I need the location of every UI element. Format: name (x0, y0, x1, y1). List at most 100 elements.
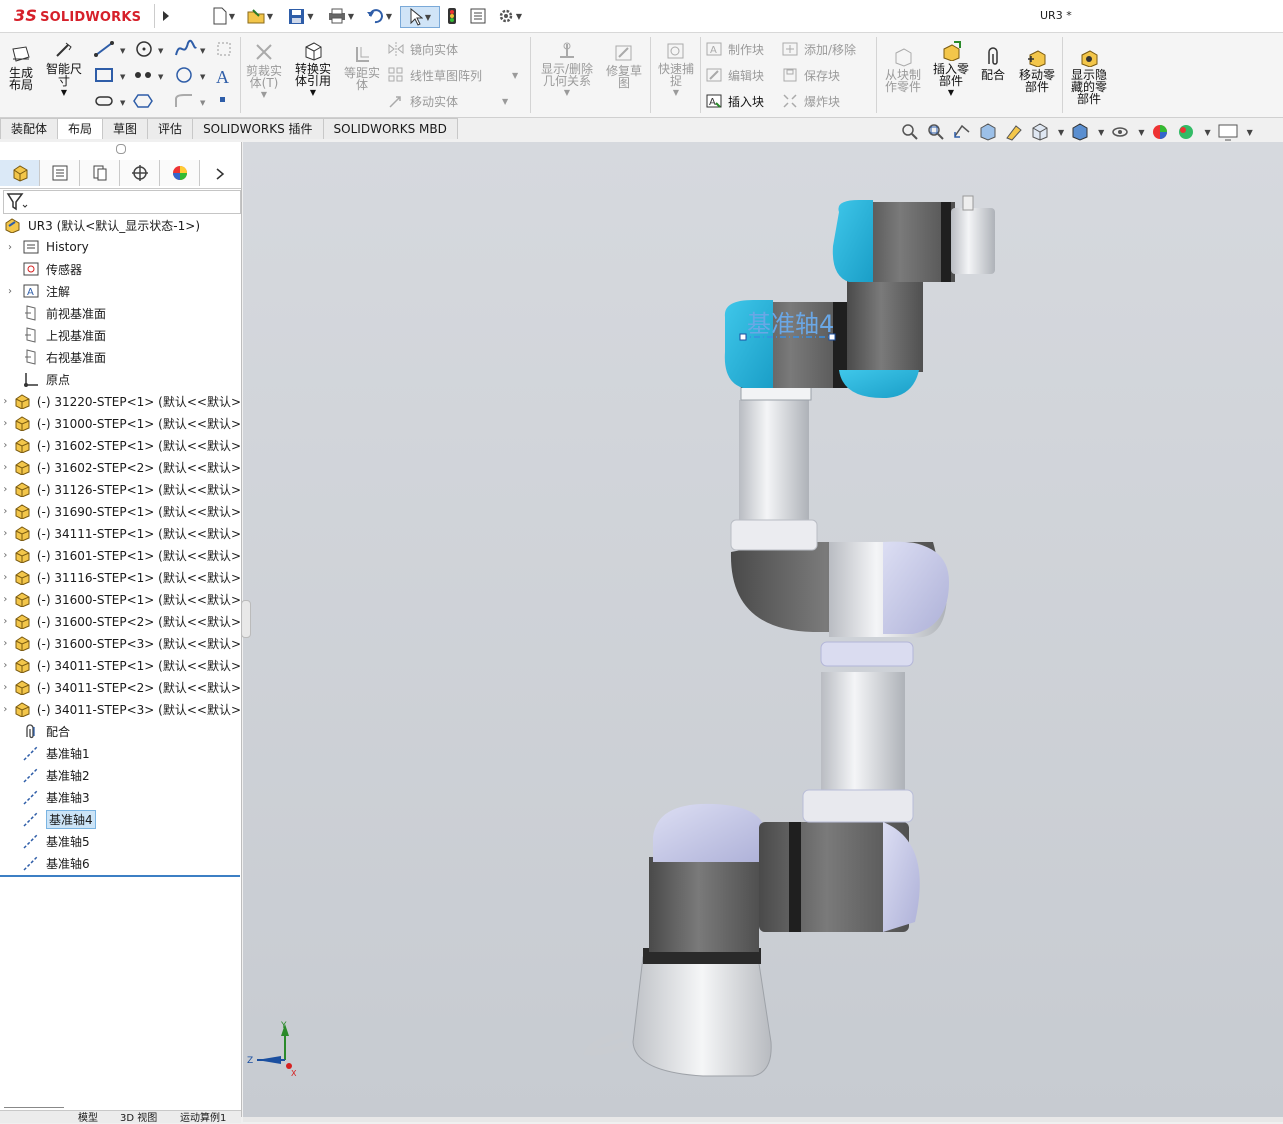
expand-arrow-icon[interactable]: › (2, 572, 9, 583)
tree-item[interactable]: 基准轴2 (0, 764, 241, 786)
tree-item[interactable]: › History (0, 236, 241, 258)
tree-item[interactable]: › (-) 31602-STEP<2> (默认<<默认> (0, 456, 241, 478)
edit-appearance-icon[interactable] (1150, 122, 1170, 142)
pane-more-arrow-icon[interactable] (200, 160, 240, 188)
save-button[interactable]: ▼ (284, 6, 318, 26)
tree-item[interactable]: › (-) 34011-STEP<2> (默认<<默认> (0, 676, 241, 698)
pane-collapse-handle[interactable] (116, 144, 126, 154)
tab-property-manager[interactable] (40, 160, 80, 186)
tree-item[interactable]: › (-) 34111-STEP<1> (默认<<默认> (0, 522, 241, 544)
dynamic-annotation-icon[interactable] (1004, 122, 1024, 142)
graphics-area[interactable]: 基准轴4 Y Z X (243, 142, 1283, 1117)
expand-arrow-icon[interactable]: › (2, 396, 9, 407)
expand-arrow-icon[interactable]: › (2, 484, 9, 495)
display-style-icon[interactable] (1070, 122, 1090, 142)
tree-item[interactable]: 前视基准面 (0, 302, 241, 324)
view-orientation-icon[interactable] (1030, 122, 1050, 142)
tree-item[interactable]: 上视基准面 (0, 324, 241, 346)
expand-arrow-icon[interactable]: › (2, 638, 9, 649)
tree-item[interactable]: 传感器 (0, 258, 241, 280)
tree-item[interactable]: › (-) 31690-STEP<1> (默认<<默认> (0, 500, 241, 522)
insert-component-button[interactable]: 插入零 部件 ▼ (928, 41, 974, 99)
chevron-down-icon[interactable]: ▼ (1138, 128, 1144, 137)
tab-assembly[interactable]: 装配体 (0, 118, 59, 139)
expand-arrow-icon[interactable]: › (2, 286, 18, 297)
tree-item[interactable]: › (-) 31126-STEP<1> (默认<<默认> (0, 478, 241, 500)
chevron-down-icon[interactable]: ▼ (1204, 128, 1210, 137)
solidworks-logo[interactable]: 3S SOLIDWORKS (14, 6, 152, 28)
insert-block-button[interactable]: A 插入块 (706, 91, 764, 111)
tree-item-selected[interactable]: 基准轴4 (0, 808, 241, 830)
expand-arrow-icon[interactable]: › (2, 506, 9, 517)
repair-sketch-button[interactable]: 修复草 图 (602, 43, 646, 89)
new-document-button[interactable]: ▼ (208, 6, 240, 26)
options-button[interactable]: ▼ (494, 6, 526, 26)
tree-item[interactable]: 基准轴5 (0, 830, 241, 852)
tree-item[interactable]: › (-) 31220-STEP<1> (默认<<默认> (0, 390, 241, 412)
tree-item[interactable]: › A 注解 (0, 280, 241, 302)
view-settings-icon[interactable] (1217, 122, 1239, 142)
previous-view-icon[interactable] (952, 122, 972, 142)
expand-arrow-icon[interactable]: › (2, 550, 9, 561)
tree-item[interactable]: › (-) 31116-STEP<1> (默认<<默认> (0, 566, 241, 588)
show-hidden-components-button[interactable]: 显示隐 藏的零 部件 (1066, 47, 1112, 105)
tab-layout[interactable]: 布局 (57, 118, 104, 139)
pane-splitter-grip[interactable] (241, 600, 251, 638)
expand-arrow-icon[interactable]: › (2, 440, 9, 451)
generate-layout-button[interactable]: 生成 布局 (4, 45, 38, 91)
chevron-down-icon[interactable]: ▼ (1058, 128, 1064, 137)
file-properties-button[interactable] (468, 6, 488, 26)
make-block-button[interactable]: A 制作块 (706, 39, 764, 59)
tree-item[interactable]: › (-) 34011-STEP<1> (默认<<默认> (0, 654, 241, 676)
smart-dimension-button[interactable]: 智能尺 寸 ▼ (42, 41, 86, 99)
expand-arrow-icon[interactable]: › (2, 616, 9, 627)
chevron-down-icon[interactable]: ▼ (1247, 128, 1253, 137)
tab-dimxpert-manager[interactable] (120, 160, 160, 186)
edit-block-button[interactable]: 编辑块 (706, 65, 764, 85)
mate-button[interactable]: 配合 (976, 47, 1010, 81)
expand-arrow-icon[interactable]: › (2, 594, 9, 605)
open-button[interactable]: ▼ (245, 6, 275, 26)
tab-scroll-bar[interactable] (4, 1107, 64, 1112)
expand-arrow-icon[interactable]: › (2, 704, 9, 715)
zoom-to-area-icon[interactable] (926, 122, 946, 142)
expand-arrow-icon[interactable]: › (2, 682, 9, 693)
tab-feature-manager[interactable] (0, 160, 40, 186)
tree-item[interactable]: › (-) 31000-STEP<1> (默认<<默认> (0, 412, 241, 434)
chevron-down-icon[interactable]: ▼ (1098, 128, 1104, 137)
tree-item[interactable]: › (-) 31600-STEP<2> (默认<<默认> (0, 610, 241, 632)
move-component-button[interactable]: 移动零 部件 (1014, 47, 1060, 93)
convert-entities-button[interactable]: 转换实 体引用 ▼ (290, 41, 336, 99)
trim-entities-button[interactable]: 剪裁实 体(T) ▼ (244, 43, 284, 101)
tree-item[interactable]: › (-) 31601-STEP<1> (默认<<默认> (0, 544, 241, 566)
tab-display-manager[interactable] (160, 160, 200, 186)
expand-arrow-icon[interactable]: › (2, 528, 9, 539)
select-button[interactable]: ▼ (400, 6, 440, 28)
linear-pattern-button[interactable]: 线性草图阵列 ▼ (388, 65, 518, 85)
offset-entities-button[interactable]: 等距实 体 (340, 45, 384, 91)
tree-item[interactable]: › (-) 34011-STEP<3> (默认<<默认> (0, 698, 241, 720)
section-view-icon[interactable] (978, 122, 998, 142)
tab-sketch[interactable]: 草图 (102, 118, 149, 139)
tree-item[interactable]: 基准轴6 (0, 852, 241, 874)
tree-item[interactable]: › (-) 31602-STEP<1> (默认<<默认> (0, 434, 241, 456)
add-remove-block-button[interactable]: 添加/移除 (782, 39, 856, 59)
apply-scene-icon[interactable] (1176, 122, 1196, 142)
expand-arrow-icon[interactable]: › (2, 242, 18, 253)
tab-mbd[interactable]: SOLIDWORKS MBD (322, 118, 458, 139)
display-relations-button[interactable]: 显示/删除 几何关系 ▼ (536, 41, 598, 99)
explode-block-button[interactable]: 爆炸块 (782, 91, 840, 111)
expand-arrow-icon[interactable]: › (2, 660, 9, 671)
rebuild-button[interactable] (444, 6, 460, 26)
tree-item[interactable]: › (-) 31600-STEP<1> (默认<<默认> (0, 588, 241, 610)
mirror-entities-button[interactable]: 镜向实体 (388, 39, 458, 59)
robot-arm-model[interactable]: 基准轴4 Y Z X (243, 142, 1283, 1117)
move-entities-button[interactable]: 移动实体 ▼ (388, 91, 508, 111)
hide-show-items-icon[interactable] (1110, 122, 1130, 142)
zoom-to-fit-icon[interactable] (900, 122, 920, 142)
tree-item[interactable]: 原点 (0, 368, 241, 390)
tab-addins[interactable]: SOLIDWORKS 插件 (192, 118, 324, 139)
tab-evaluate[interactable]: 评估 (147, 118, 194, 139)
print-button[interactable]: ▼ (324, 6, 358, 26)
make-part-from-block-button[interactable]: 从块制 作零件 (880, 47, 926, 93)
